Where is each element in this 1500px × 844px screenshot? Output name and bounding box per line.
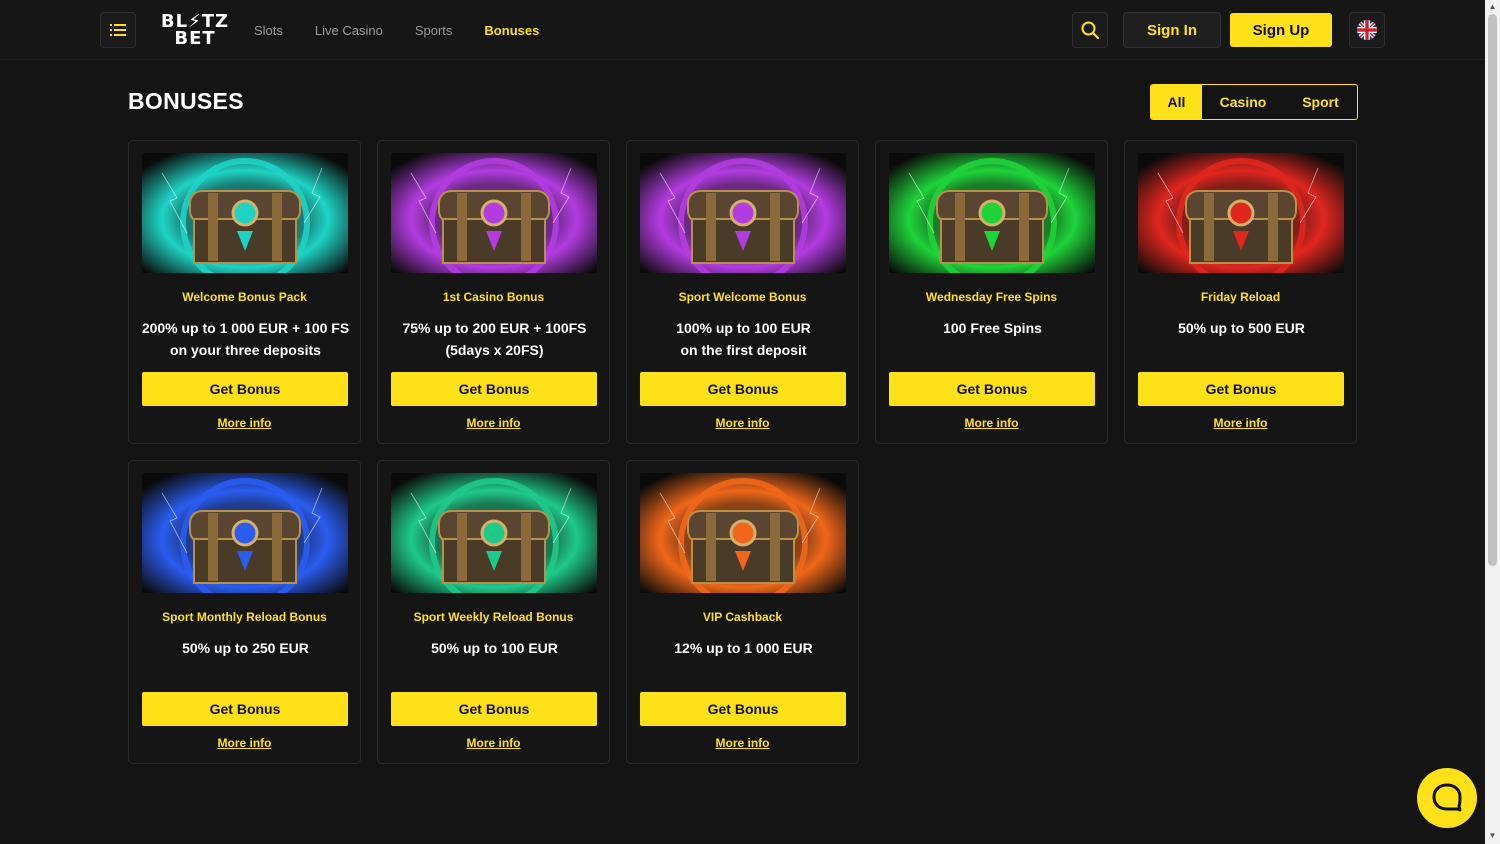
treasure-chest-image[interactable] — [640, 153, 846, 273]
treasure-chest-image[interactable] — [1138, 153, 1344, 273]
treasure-chest-image[interactable] — [142, 153, 348, 273]
more-info-link[interactable]: More info — [627, 416, 858, 430]
live-chat-button[interactable] — [1417, 768, 1477, 828]
get-bonus-button[interactable]: Get Bonus — [391, 372, 597, 406]
bonus-title: Sport Monthly Reload Bonus — [162, 610, 327, 624]
bonus-title: Wednesday Free Spins — [925, 290, 1058, 304]
sign-up-button[interactable]: Sign Up — [1230, 13, 1332, 47]
more-info-link[interactable]: More info — [876, 416, 1107, 430]
more-info-link[interactable]: More info — [378, 736, 609, 750]
bonus-card: 1st Casino Bonus 75% up to 200 EUR + 100… — [377, 140, 610, 444]
treasure-chest-image[interactable] — [142, 473, 348, 593]
more-info-link[interactable]: More info — [378, 416, 609, 430]
chat-bubble-icon — [1432, 783, 1462, 812]
site-header: BL⚡TZ BET Slots Live Casino Sports Bonus… — [0, 0, 1485, 60]
bonus-filter: All Casino Sport — [1150, 84, 1358, 120]
get-bonus-button[interactable]: Get Bonus — [391, 692, 597, 726]
get-bonus-button[interactable]: Get Bonus — [889, 372, 1095, 406]
bonus-description: 200% up to 1 000 EUR + 100 FS on your th… — [141, 320, 350, 358]
bonus-card: Friday Reload 50% up to 500 EUR Get Bonu… — [1124, 140, 1357, 444]
get-bonus-button[interactable]: Get Bonus — [142, 372, 348, 406]
treasure-chest-image[interactable] — [640, 473, 846, 593]
bonus-title: Friday Reload — [1200, 290, 1281, 304]
blitzbet-logo[interactable]: BL⚡TZ BET — [158, 10, 232, 50]
bonus-card: Sport Welcome Bonus 100% up to 100 EUR o… — [626, 140, 859, 444]
sign-in-button[interactable]: Sign In — [1123, 12, 1221, 48]
get-bonus-button[interactable]: Get Bonus — [142, 692, 348, 726]
bonus-description: 100 Free Spins — [943, 320, 1042, 336]
scrollbar[interactable]: ▲ ▼ — [1485, 0, 1500, 844]
more-info-link[interactable]: More info — [627, 736, 858, 750]
bonus-description: 50% up to 250 EUR — [182, 640, 309, 656]
get-bonus-button[interactable]: Get Bonus — [640, 372, 846, 406]
scroll-up-arrow-icon[interactable]: ▲ — [1488, 3, 1497, 11]
bonus-card: Welcome Bonus Pack 200% up to 1 000 EUR … — [128, 140, 361, 444]
page-title: BONUSES — [128, 88, 244, 114]
search-icon — [1081, 21, 1099, 39]
treasure-chest-image[interactable] — [391, 153, 597, 273]
list-menu-icon — [110, 24, 126, 36]
bonus-description: 50% up to 100 EUR — [431, 640, 558, 656]
uk-flag-icon — [1357, 20, 1377, 40]
filter-sport[interactable]: Sport — [1284, 85, 1357, 119]
logo-line2: BET — [174, 28, 216, 49]
filter-all[interactable]: All — [1151, 85, 1202, 119]
bonus-card: Sport Monthly Reload Bonus 50% up to 250… — [128, 460, 361, 764]
get-bonus-button[interactable]: Get Bonus — [1138, 372, 1344, 406]
more-info-link[interactable]: More info — [129, 416, 360, 430]
nav-live-casino[interactable]: Live Casino — [315, 23, 383, 38]
more-info-link[interactable]: More info — [1125, 416, 1356, 430]
bonus-description: 12% up to 1 000 EUR — [674, 640, 813, 656]
bonus-card: VIP Cashback 12% up to 1 000 EUR Get Bon… — [626, 460, 859, 764]
scroll-down-arrow-icon[interactable]: ▼ — [1488, 832, 1497, 840]
bonus-title: Sport Weekly Reload Bonus — [413, 610, 574, 624]
treasure-chest-image[interactable] — [391, 473, 597, 593]
bonus-title: VIP Cashback — [702, 610, 783, 624]
search-button[interactable] — [1072, 12, 1108, 48]
filter-casino[interactable]: Casino — [1202, 85, 1284, 119]
bonus-card: Sport Weekly Reload Bonus 50% up to 100 … — [377, 460, 610, 764]
more-info-link[interactable]: More info — [129, 736, 360, 750]
menu-button[interactable] — [100, 12, 136, 48]
bonus-card: Wednesday Free Spins 100 Free Spins Get … — [875, 140, 1108, 444]
get-bonus-button[interactable]: Get Bonus — [640, 692, 846, 726]
bonus-title: Sport Welcome Bonus — [678, 290, 807, 304]
nav-sports[interactable]: Sports — [415, 23, 453, 38]
nav-slots[interactable]: Slots — [254, 23, 283, 38]
bonus-description: 50% up to 500 EUR — [1178, 320, 1305, 336]
bonus-title: 1st Casino Bonus — [442, 290, 545, 304]
treasure-chest-image[interactable] — [889, 153, 1095, 273]
nav-bonuses[interactable]: Bonuses — [484, 23, 539, 38]
main-nav: Slots Live Casino Sports Bonuses — [254, 0, 571, 60]
language-selector[interactable] — [1349, 12, 1385, 48]
scroll-thumb[interactable] — [1488, 14, 1497, 566]
bonus-description: 75% up to 200 EUR + 100FS (5days x 20FS) — [402, 320, 587, 358]
bonus-description: 100% up to 100 EUR on the first deposit — [676, 320, 811, 358]
bonus-title: Welcome Bonus Pack — [182, 290, 307, 304]
